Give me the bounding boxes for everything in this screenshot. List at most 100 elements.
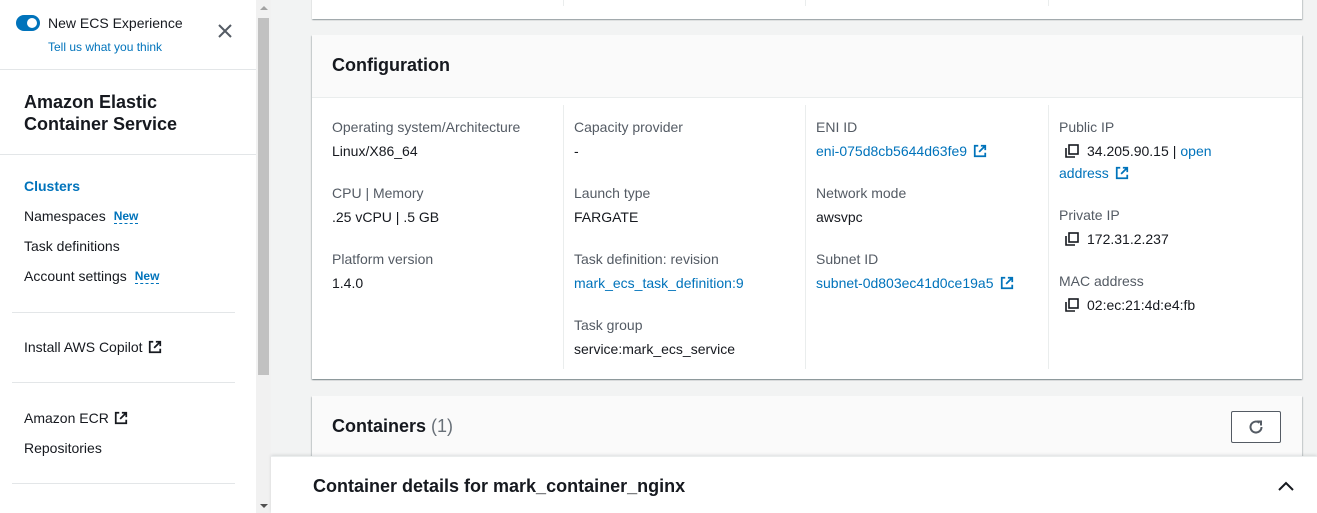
column-separator xyxy=(805,0,806,6)
container-details-bar: Container details for mark_container_ngi… xyxy=(271,456,1317,513)
subnet-id-link[interactable]: subnet-0d803ec41d0ce19a5 xyxy=(816,273,994,293)
public-ip-open-address-row: address xyxy=(1059,163,1289,183)
nav-amazon-ecr[interactable]: Amazon ECR xyxy=(24,410,128,426)
containers-count: (1) xyxy=(431,416,454,436)
close-icon[interactable] xyxy=(216,22,234,40)
configuration-title: Configuration xyxy=(332,55,450,75)
task-definition-field: Task definition: revision mark_ecs_task_… xyxy=(574,249,804,293)
network-mode-field: Network mode awsvpc xyxy=(816,183,1046,227)
task-group-field: Task group service:mark_ecs_service xyxy=(574,315,804,359)
launch-type-value: FARGATE xyxy=(574,209,639,225)
private-ip-value: 172.31.2.237 xyxy=(1059,229,1289,249)
capacity-provider-field: Capacity provider - xyxy=(574,117,804,161)
public-ip-separator: | xyxy=(1172,143,1177,159)
task-group-value: service:mark_ecs_service xyxy=(574,341,736,357)
nav-namespaces[interactable]: Namespaces New xyxy=(24,208,139,224)
capacity-provider-value: - xyxy=(574,143,579,159)
task-definition-link[interactable]: mark_ecs_task_definition:9 xyxy=(574,273,744,293)
containers-title-text: Containers xyxy=(332,416,427,436)
external-link-icon xyxy=(148,340,161,354)
nav-install-copilot-label: Install AWS Copilot xyxy=(24,339,143,355)
mac-address-field: MAC address 02:ec:21:4d:e4:fb xyxy=(1059,271,1289,315)
task-definition-label: Task definition: revision xyxy=(574,251,719,267)
refresh-icon xyxy=(1249,420,1263,434)
divider xyxy=(12,382,235,383)
scroll-down-arrow[interactable] xyxy=(260,504,268,508)
os-architecture-label: Operating system/Architecture xyxy=(332,119,521,135)
config-column-3: ENI ID eni-075d8cb5644d63fe9 Network mod… xyxy=(816,99,1046,369)
subnet-id-value: subnet-0d803ec41d0ce19a5 xyxy=(816,273,1046,293)
nav-namespaces-label: Namespaces xyxy=(24,208,106,224)
containers-title: Containers (1) xyxy=(332,416,453,437)
nav-account-settings[interactable]: Account settings New xyxy=(24,268,160,284)
private-ip-field: Private IP 172.31.2.237 xyxy=(1059,205,1289,249)
scroll-up-arrow[interactable] xyxy=(260,6,268,10)
task-group-label: Task group xyxy=(574,317,643,333)
copy-icon[interactable] xyxy=(1065,232,1079,246)
mac-address-label: MAC address xyxy=(1059,273,1144,289)
platform-version-label: Platform version xyxy=(332,251,434,267)
feedback-link[interactable]: Tell us what you think xyxy=(48,40,162,54)
column-separator xyxy=(1048,105,1049,369)
os-architecture-field: Operating system/Architecture Linux/X86_… xyxy=(332,117,562,161)
config-column-4: Public IP 34.205.90.15 | open address Pr… xyxy=(1059,99,1289,369)
copy-icon[interactable] xyxy=(1065,298,1079,312)
private-ip-text: 172.31.2.237 xyxy=(1087,231,1169,247)
copy-icon[interactable] xyxy=(1065,144,1079,158)
new-experience-label: New ECS Experience xyxy=(48,15,183,31)
nav-clusters-label: Clusters xyxy=(24,178,81,194)
subnet-id-field: Subnet ID subnet-0d803ec41d0ce19a5 xyxy=(816,249,1046,293)
network-mode-label: Network mode xyxy=(816,185,907,201)
cpu-memory-field: CPU | Memory .25 vCPU | .5 GB xyxy=(332,183,562,227)
divider xyxy=(12,483,235,484)
nav-task-definitions-label: Task definitions xyxy=(24,238,120,254)
container-details-title: Container details for mark_container_ngi… xyxy=(313,476,686,496)
platform-version-value: 1.4.0 xyxy=(332,275,364,291)
nav-repositories-label: Repositories xyxy=(24,440,102,456)
eni-id-link[interactable]: eni-075d8cb5644d63fe9 xyxy=(816,141,967,161)
containers-panel: Containers (1) xyxy=(312,396,1302,456)
mac-address-value: 02:ec:21:4d:e4:fb xyxy=(1059,295,1289,315)
new-badge[interactable]: New xyxy=(113,209,139,224)
network-mode-value: awsvpc xyxy=(816,209,863,225)
public-ip-value: 34.205.90.15 | open xyxy=(1059,141,1289,161)
new-badge[interactable]: New xyxy=(134,269,160,284)
divider xyxy=(0,69,256,70)
eni-id-label: ENI ID xyxy=(816,119,858,135)
service-title: Amazon Elastic Container Service xyxy=(24,92,178,134)
launch-type-label: Launch type xyxy=(574,185,651,201)
column-separator xyxy=(563,105,564,369)
os-architecture-value: Linux/X86_64 xyxy=(332,143,418,159)
previous-panel-bottom xyxy=(312,0,1302,19)
refresh-button[interactable] xyxy=(1231,411,1281,443)
nav-task-definitions[interactable]: Task definitions xyxy=(24,238,120,254)
cpu-memory-label: CPU | Memory xyxy=(332,185,424,201)
external-link-icon[interactable] xyxy=(1000,276,1014,290)
launch-type-field: Launch type FARGATE xyxy=(574,183,804,227)
divider xyxy=(12,312,235,313)
nav-account-settings-label: Account settings xyxy=(24,268,127,284)
mac-address-text: 02:ec:21:4d:e4:fb xyxy=(1087,297,1196,313)
column-separator xyxy=(805,105,806,369)
column-separator xyxy=(1048,0,1049,6)
eni-id-value: eni-075d8cb5644d63fe9 xyxy=(816,141,1046,161)
open-address-link-part2[interactable]: address xyxy=(1059,163,1109,183)
nav-clusters[interactable]: Clusters xyxy=(24,178,80,194)
external-link-icon[interactable] xyxy=(1115,166,1129,180)
chevron-up-icon[interactable] xyxy=(1277,479,1295,493)
nav-repositories[interactable]: Repositories xyxy=(24,440,102,456)
sidebar-scrollbar[interactable] xyxy=(256,0,271,513)
platform-version-field: Platform version 1.4.0 xyxy=(332,249,562,293)
scroll-thumb[interactable] xyxy=(258,18,269,375)
configuration-grid: Operating system/Architecture Linux/X86_… xyxy=(312,99,1302,379)
divider xyxy=(0,154,256,155)
subnet-id-label: Subnet ID xyxy=(816,251,879,267)
new-experience-toggle[interactable] xyxy=(16,15,40,31)
external-link-icon[interactable] xyxy=(973,144,987,158)
public-ip-field: Public IP 34.205.90.15 | open address xyxy=(1059,117,1289,183)
external-link-icon xyxy=(114,411,127,425)
cpu-memory-value: .25 vCPU | .5 GB xyxy=(332,209,440,225)
open-address-link-part1[interactable]: open xyxy=(1180,141,1211,161)
capacity-provider-label: Capacity provider xyxy=(574,119,683,135)
nav-install-copilot[interactable]: Install AWS Copilot xyxy=(24,339,162,355)
